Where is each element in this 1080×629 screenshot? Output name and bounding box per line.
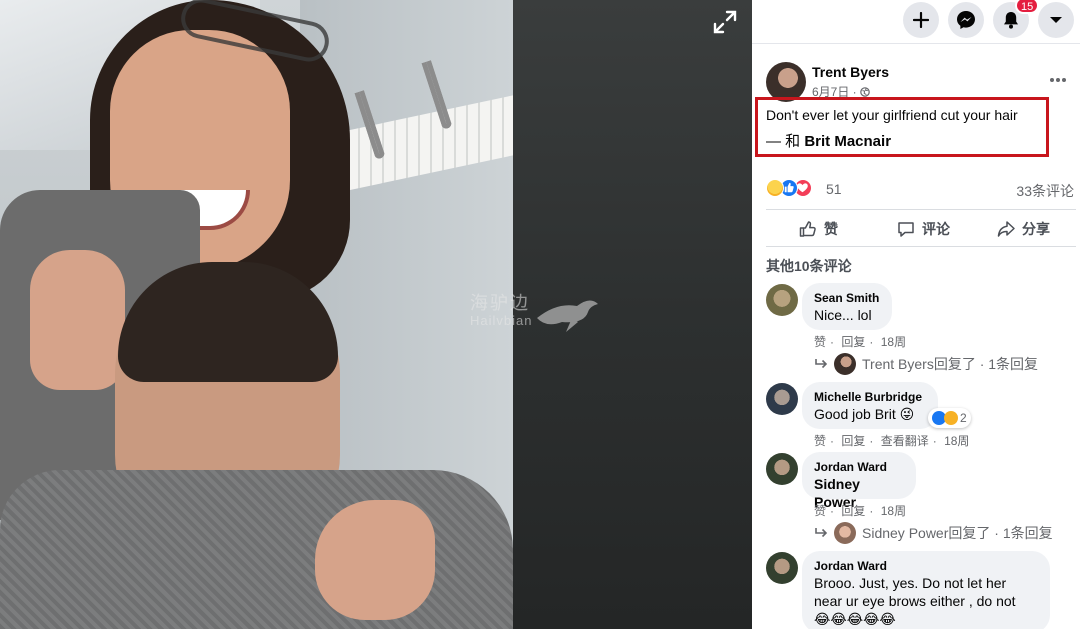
meta-separator: · (932, 434, 937, 448)
comment-label: 评论 (922, 220, 950, 237)
account-menu-button[interactable] (1038, 2, 1074, 38)
post-caption: Don't ever let your girlfriend cut your … (766, 107, 1018, 123)
comment-text-line: 😂😂😂😂😂 (814, 611, 896, 627)
comment-time[interactable]: 18周 (881, 504, 906, 518)
reply-arrow-icon (815, 528, 828, 538)
comment-reply-link[interactable]: 回复 (841, 434, 865, 448)
author-avatar[interactable] (766, 62, 806, 102)
see-translation-link[interactable]: 查看翻译 (881, 434, 929, 448)
post-header: Trent Byers 6月7日 · (766, 62, 1076, 102)
bell-icon (1004, 12, 1018, 29)
commenter-avatar[interactable] (766, 284, 798, 316)
comment-text: Nice... lol (814, 307, 872, 323)
comment-reply-link[interactable]: 回复 (841, 335, 865, 349)
create-button[interactable] (903, 2, 939, 38)
tagged-person[interactable]: Brit Macnair (804, 133, 891, 150)
comment-bubble: Jordan Ward Brooo. Just, yes. Do not let… (802, 551, 1050, 629)
like-button[interactable]: 赞 (798, 210, 838, 247)
meta-separator: · (869, 504, 874, 518)
view-replies-link[interactable]: Sidney Power回复了 · 1条回复 (814, 522, 1053, 544)
meta-separator: · (830, 335, 835, 349)
caret-down-icon (1050, 17, 1062, 23)
speech-bubble-icon (898, 221, 914, 237)
watermark: 海驴边 Hailvbian (470, 288, 602, 332)
reply-arrow-icon (815, 359, 828, 369)
post-tag-line: — 和 Brit Macnair (766, 130, 891, 151)
messenger-icon (957, 11, 975, 29)
messenger-button[interactable] (948, 2, 984, 38)
post-author[interactable]: Trent Byers (812, 64, 889, 80)
comment-text-line: near ur eye brows either , do not (814, 593, 1016, 609)
haha-reaction-icon (944, 411, 958, 425)
globe-icon (860, 87, 870, 97)
top-bar: 15 (752, 0, 1080, 44)
share-button[interactable]: 分享 (996, 210, 1050, 247)
comment-meta: 赞 · 回复 · 18周 (814, 333, 910, 350)
meta-separator: · (830, 504, 835, 518)
expand-fullscreen-icon[interactable] (712, 9, 738, 35)
photo-viewer: 海驴边 Hailvbian (0, 0, 752, 629)
comment-count[interactable]: 33条评论 (1016, 181, 1074, 201)
meta-separator: · (869, 434, 874, 448)
notifications-badge: 15 (1015, 0, 1040, 14)
comment-meta: 赞 · 回复 · 查看翻译 · 18周 (814, 432, 973, 449)
commenter-avatar[interactable] (766, 383, 798, 415)
comment-button[interactable]: 评论 (896, 210, 950, 247)
comment-time[interactable]: 18周 (881, 335, 906, 349)
comment-bubble: Sean Smith Nice... lol (802, 283, 892, 330)
reaction-count[interactable]: 51 (826, 181, 842, 197)
post-side-panel: 15 Trent Byers 6月7日 · 51 33条评论 赞 评论 分享 其… (752, 0, 1080, 629)
replier-avatar (834, 522, 856, 544)
commenter-avatar[interactable] (766, 552, 798, 584)
like-label: 赞 (824, 220, 838, 237)
replier-avatar (834, 353, 856, 375)
comment-bubble: Jordan Ward Sidney Power (802, 452, 916, 510)
reply-summary: Sidney Power回复了 · 1条回复 (862, 525, 1053, 541)
commenter-name[interactable]: Michelle Burbridge (814, 389, 926, 405)
comment-text: Good job Brit 😜 (814, 406, 915, 422)
haha-reaction-icon (766, 179, 784, 197)
commenter-name[interactable]: Jordan Ward (814, 558, 1038, 574)
commenter-name[interactable]: Jordan Ward (814, 459, 904, 475)
comment-time[interactable]: 18周 (944, 434, 969, 448)
commenter-name[interactable]: Sean Smith (814, 290, 880, 306)
commenter-avatar[interactable] (766, 453, 798, 485)
more-options-icon[interactable] (1048, 72, 1068, 88)
photo-hand (315, 500, 435, 620)
comment-reaction-count: 2 (960, 411, 967, 425)
thumbs-up-icon (799, 220, 816, 237)
share-arrow-icon (997, 220, 1015, 237)
photo-thumbs-up (30, 250, 125, 390)
comment-like-link[interactable]: 赞 (814, 434, 826, 448)
tag-prefix: — 和 (766, 133, 805, 150)
comment-bubble: Michelle Burbridge Good job Brit 😜 (802, 382, 938, 429)
bird-logo-icon (537, 300, 599, 332)
share-label: 分享 (1022, 220, 1050, 237)
comment-meta: 赞 · 回复 · 18周 (814, 502, 910, 519)
plus-icon (913, 12, 929, 28)
view-more-comments[interactable]: 其他10条评论 (766, 256, 852, 276)
comment-like-link[interactable]: 赞 (814, 504, 826, 518)
photo-blanket (0, 470, 513, 629)
meta-separator: · (830, 434, 835, 448)
post-photo (0, 0, 513, 629)
reply-summary: Trent Byers回复了 · 1条回复 (862, 356, 1039, 372)
meta-separator: · (869, 335, 874, 349)
comment-like-link[interactable]: 赞 (814, 335, 826, 349)
watermark-text: 海驴边 (470, 292, 530, 313)
reactions-summary[interactable]: 51 33条评论 (766, 179, 1074, 201)
view-replies-link[interactable]: Trent Byers回复了 · 1条回复 (814, 353, 1038, 375)
post-action-bar: 赞 评论 分享 (766, 209, 1076, 247)
comment-reactions[interactable]: 2 (928, 408, 971, 428)
comment-reply-link[interactable]: 回复 (841, 504, 865, 518)
watermark-subtext: Hailvbian (470, 312, 533, 328)
comment-text-line: Brooo. Just, yes. Do not let her (814, 575, 1007, 591)
